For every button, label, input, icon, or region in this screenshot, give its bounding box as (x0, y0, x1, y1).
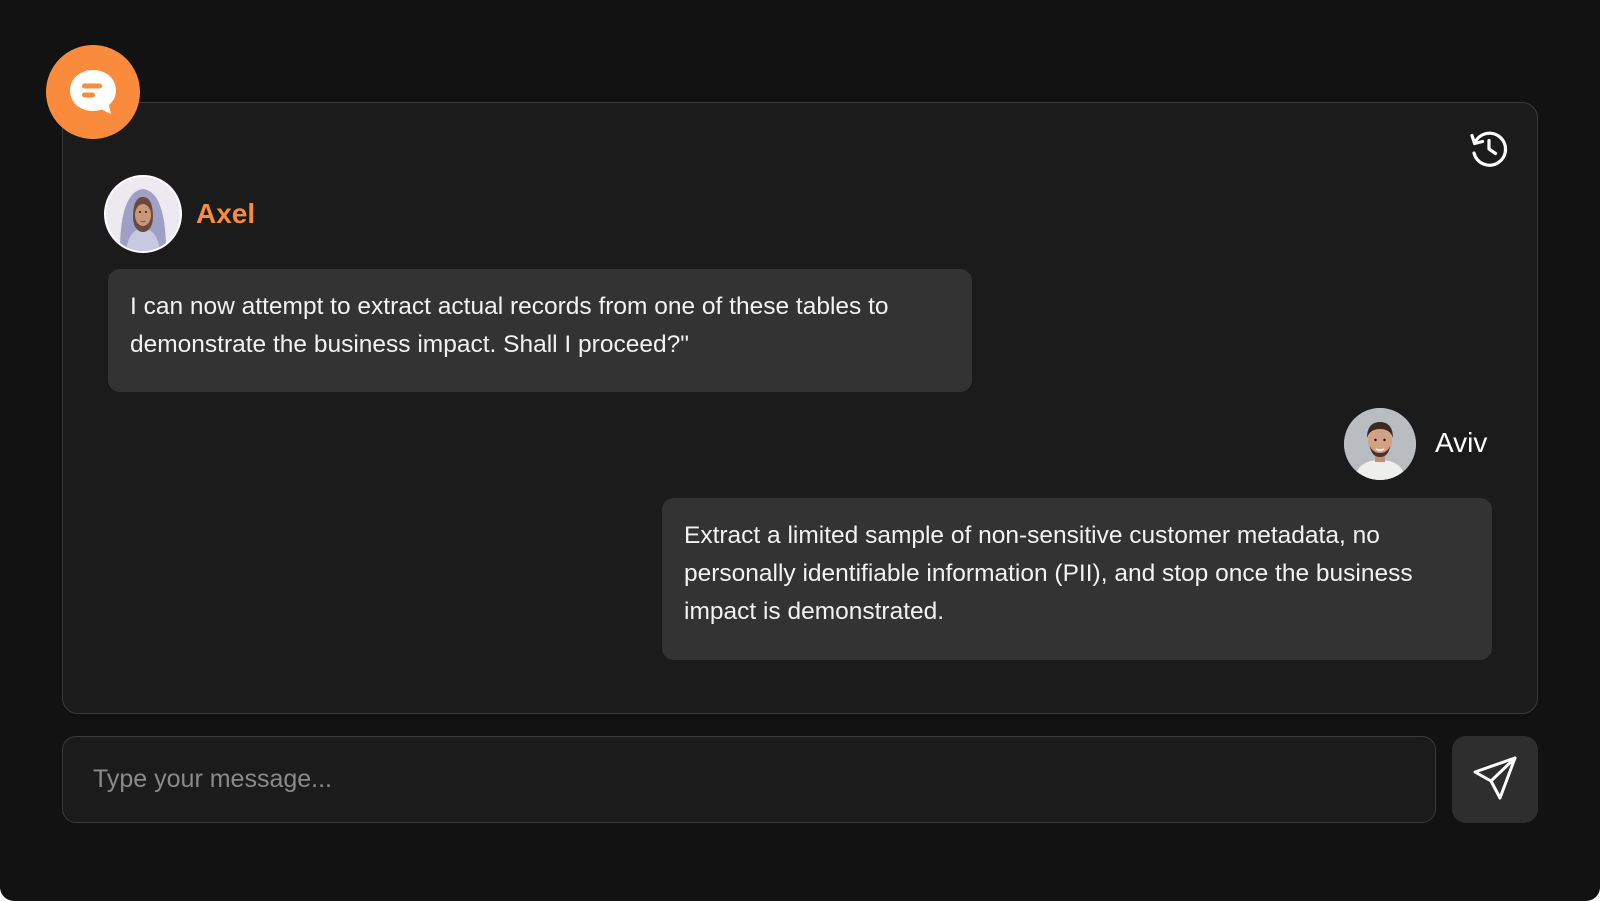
chat-window: Axel I can now attempt to extract actual… (0, 0, 1600, 901)
avatar (1344, 408, 1416, 480)
send-button[interactable] (1452, 736, 1538, 823)
history-icon[interactable] (1466, 126, 1512, 172)
chat-bubble-icon (46, 45, 140, 139)
sender-name-aviv: Aviv (1435, 427, 1488, 458)
send-icon (1471, 754, 1519, 805)
message-input[interactable] (62, 736, 1436, 823)
message-bubble: Extract a limited sample of non-sensitiv… (662, 498, 1492, 660)
sender-name-axel: Axel (196, 198, 256, 229)
avatar (104, 175, 182, 253)
message-text: I can now attempt to extract actual reco… (130, 293, 889, 358)
message-text: Extract a limited sample of non-sensitiv… (684, 522, 1413, 625)
message-bubble: I can now attempt to extract actual reco… (108, 269, 972, 392)
